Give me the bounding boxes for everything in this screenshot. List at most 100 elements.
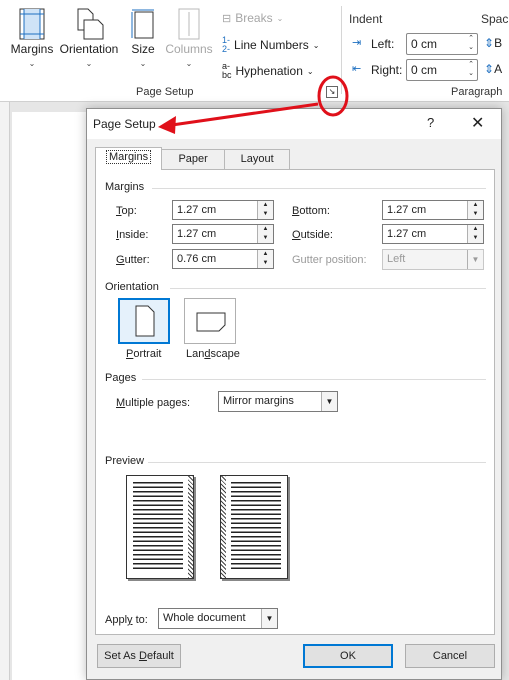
chevron-down-icon: ⌄ [139,59,147,68]
page-setup-launcher-button[interactable]: ↘ [326,86,338,98]
help-button[interactable]: ? [427,115,434,130]
margins-button[interactable]: Margins ⌄ [8,8,56,68]
columns-button[interactable]: Columns ⌄ [164,8,214,68]
dialog-title: Page Setup [93,117,156,131]
tab-margins[interactable]: Margins [95,147,163,170]
chevron-down-icon: ⌄ [312,40,320,50]
indent-right-icon: ⇤ [352,63,362,75]
page-setup-group-label: Page Setup [136,86,194,98]
margins-tab-panel: Margins Top: 1.27 cm ▲ ▼ Inside: 1.27 cm … [95,169,495,635]
portrait-label: Portrait [126,348,162,360]
top-margin-value: 1.27 cm [177,204,217,216]
top-margin-input[interactable]: 1.27 cm ▲ ▼ [172,200,274,220]
indent-left-label: Left: [371,37,395,51]
apply-to-select[interactable]: Whole document ▼ [158,608,278,629]
landscape-label: Landscape [186,348,240,360]
indent-right-value: 0 cm [411,63,438,77]
preview-gutter [188,476,193,578]
chevron-down-icon: ⌄ [185,59,193,68]
chevron-down-icon: ▼ [467,250,483,269]
close-button[interactable]: ✕ [471,113,484,133]
chevron-down-icon: ⌄ [306,66,314,76]
dialog-tabs: Margins Paper Layout [95,147,291,171]
bottom-margin-input[interactable]: 1.27 cm ▲ ▼ [382,200,484,220]
hyphenation-label: Hyphenation [235,64,303,78]
cancel-button[interactable]: Cancel [405,644,495,668]
bottom-margin-value: 1.27 cm [387,204,427,216]
bottom-label: Bottom: [292,205,330,217]
gutter-position-label: Gutter position: [292,254,367,266]
preview-left-page [126,475,194,579]
document-page [12,112,92,680]
hyphenation-button[interactable]: a-bc Hyphenation ⌄ [222,62,314,80]
inside-margin-input[interactable]: 1.27 cm ▲ ▼ [172,224,274,244]
top-label: Top: [116,205,137,217]
preview-text-lines [231,482,281,572]
size-label: Size [131,42,155,56]
gutter-position-value: Left [387,253,406,265]
spacing-before-icon: ⇕B [484,36,503,50]
portrait-icon [135,305,155,337]
spinner-icon[interactable]: ▲ ▼ [257,201,273,219]
spacing-after-letter: A [494,62,503,76]
size-button[interactable]: Size ⌄ [126,8,160,68]
chevron-down-icon: ▼ [261,609,277,628]
tab-layout[interactable]: Layout [224,149,291,170]
ok-button[interactable]: OK [303,644,393,668]
spinner-icon[interactable]: ⌃ ⌄ [468,34,474,52]
margins-section-label: Margins [105,181,145,193]
spinner-icon[interactable]: ▲ ▼ [257,250,273,268]
group-separator [341,6,342,94]
line-numbers-icon: 1- 2- [222,35,231,54]
page-setup-dialog: Page Setup ? ✕ Margins Paper Layout Marg… [86,108,502,680]
columns-label: Columns [165,42,213,56]
indent-header: Indent [349,12,383,26]
indent-left-icon: ⇥ [352,37,362,49]
outside-label: Outside: [292,229,333,241]
outside-margin-input[interactable]: 1.27 cm ▲ ▼ [382,224,484,244]
orientation-button[interactable]: Orientation ⌄ [58,8,120,68]
spinner-icon[interactable]: ▲ ▼ [467,225,483,243]
breaks-icon: ⊟ [222,12,232,25]
columns-icon [178,8,200,40]
breaks-label: Breaks [235,11,273,25]
spinner-icon[interactable]: ▲ ▼ [257,225,273,243]
landscape-option[interactable] [184,298,236,344]
orientation-label: Orientation [59,42,119,56]
hyphenation-icon: a-bc [222,61,232,80]
tab-margins-label: Margins [106,150,152,164]
spacing-before-letter: B [494,36,503,50]
multiple-pages-value: Mirror margins [223,395,294,407]
outside-margin-value: 1.27 cm [387,228,427,240]
margins-label: Margins [10,42,54,56]
spinner-icon[interactable]: ⌃ ⌄ [468,60,474,78]
chevron-down-icon: ▼ [321,392,337,411]
paragraph-group-label: Paragraph [451,86,503,98]
dialog-titlebar: Page Setup ? ✕ [87,109,501,139]
section-divider [148,462,486,463]
multiple-pages-select[interactable]: Mirror margins ▼ [218,391,338,412]
chevron-down-icon: ⌄ [276,13,284,23]
section-divider [152,188,486,189]
indent-right-input[interactable]: 0 cm ⌃ ⌄ [406,59,478,81]
vertical-ruler [0,102,10,680]
indent-left-input[interactable]: 0 cm ⌃ ⌄ [406,33,478,55]
margins-icon [19,8,45,40]
portrait-option[interactable] [118,298,170,344]
tab-paper[interactable]: Paper [161,149,226,170]
set-as-default-button[interactable]: Set As Default [97,644,181,668]
preview-section-label: Preview [105,455,145,467]
spinner-icon[interactable]: ▲ ▼ [467,201,483,219]
pages-section-label: Pages [105,372,137,384]
chevron-down-icon: ⌄ [85,59,93,68]
line-numbers-button[interactable]: 1- 2- Line Numbers ⌄ [222,36,319,54]
gutter-input[interactable]: 0.76 cm ▲ ▼ [172,249,274,269]
section-divider [142,379,486,380]
orientation-icon [77,8,104,40]
inside-label: Inside: [116,229,149,241]
indent-left-value: 0 cm [411,37,438,51]
gutter-position-select[interactable]: Left ▼ [382,249,484,270]
multiple-pages-label: Multiple pages: [116,397,190,409]
breaks-button[interactable]: ⊟ Breaks ⌄ [222,11,283,25]
indent-right-label: Right: [371,63,403,77]
